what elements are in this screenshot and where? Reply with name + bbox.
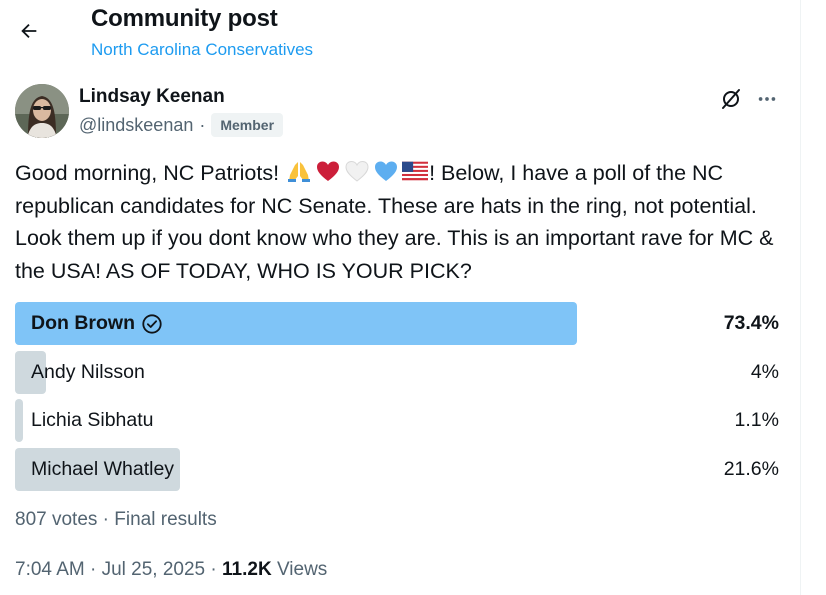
red-heart-icon [317,161,340,181]
us-flag-icon [402,161,429,181]
folded-hands-icon [288,162,311,182]
post-header: Community post North Carolina Conservati… [0,0,800,70]
page-title: Community post [91,5,278,32]
views-count: 11.2K [222,559,272,580]
avatar-image [15,84,69,138]
more-dots-icon [758,97,776,101]
views-label: Views [271,559,328,580]
column-border [800,0,801,595]
poll-option: Don Brown 73.4% [15,302,780,345]
post-metadata: 7:04 AM · Jul 25, 2025 · 11.2K Views [15,559,327,581]
grok-button[interactable] [716,84,746,114]
poll-option: Andy Nilsson 4% [15,350,780,394]
poll-option-text: Michael Whatley [31,457,175,480]
blue-heart-icon [375,161,398,181]
more-options-button[interactable] [752,84,782,114]
poll-option: Michael Whatley 21.6% [15,447,780,491]
poll-option-percent: 1.1% [734,409,779,431]
poll-option-percent: 21.6% [723,457,779,480]
emoji-group [286,159,429,183]
poll-option-text: Andy Nilsson [31,360,145,383]
poll-option-percent: 4% [750,360,779,383]
avatar[interactable] [15,84,69,138]
poll-option-text: Don Brown [31,312,135,334]
check-circle-icon [142,313,162,334]
poll-option-percent: 73.4% [723,312,779,334]
poll-option-label: Lichia Sibhatu [31,399,154,442]
author-meta: @lindskeenan · Member [79,112,284,138]
separator: · [199,114,206,135]
post-text: Good morning, NC Patriots! ! Below, I ha… [15,157,790,287]
poll-option-label: Michael Whatley [31,448,174,491]
poll-bar [15,399,23,442]
poll-option-label: Don Brown [31,302,163,345]
post-timestamp[interactable]: 7:04 AM · Jul 25, 2025 · [15,559,222,580]
poll-summary: 807 votes · Final results [15,509,217,530]
member-badge: Member [211,113,284,137]
white-heart-icon [345,160,369,182]
back-button[interactable] [12,14,46,48]
grok-icon [722,89,740,109]
post-text-start: Good morning, NC Patriots! [15,161,286,185]
poll: Don Brown 73.4% Andy Nilsson 4% Lichia S… [15,302,780,496]
poll-option-text: Lichia Sibhatu [31,409,154,431]
community-link[interactable]: North Carolina Conservatives [91,40,313,60]
poll-option: Lichia Sibhatu 1.1% [15,399,780,442]
author-name[interactable]: Lindsay Keenan [79,86,225,108]
author-handle[interactable]: @lindskeenan [79,115,193,136]
arrow-left-icon [21,23,37,39]
poll-option-label: Andy Nilsson [31,351,145,394]
